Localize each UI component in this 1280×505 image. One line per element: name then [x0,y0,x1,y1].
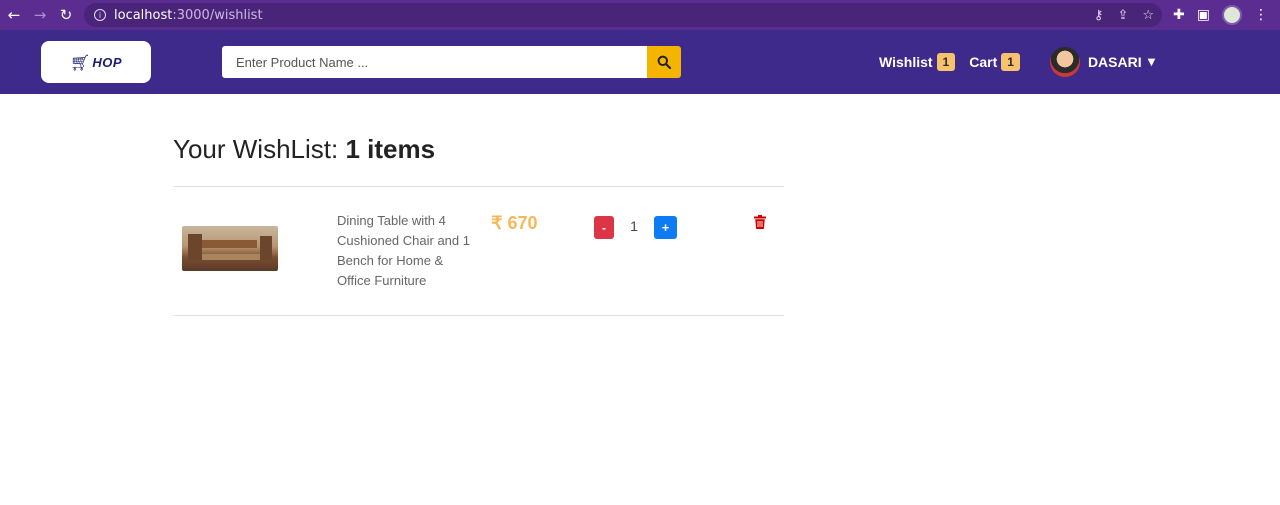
quantity-value: 1 [630,218,638,234]
trash-icon[interactable] [754,215,766,229]
product-image[interactable] [182,226,278,271]
search-icon [657,55,671,69]
cart-link[interactable]: Cart 1 [969,53,1020,71]
url-text: localhost:3000/wishlist [114,7,263,23]
user-name: DASARI [1087,54,1142,70]
share-icon[interactable]: ⇪ [1117,8,1128,23]
reload-icon[interactable]: ↻ [53,0,79,30]
wishlist-link[interactable]: Wishlist 1 [879,53,956,71]
title-count: 1 items [345,134,436,164]
forward-icon[interactable]: → [27,0,53,30]
wishlist-item-row: Dining Table with 4 Cushioned Chair and … [173,187,784,315]
logo-text: HOP [92,54,122,70]
site-info-icon[interactable]: i [94,9,106,21]
increase-quantity-button[interactable]: + [654,216,677,239]
product-price: ₹ 670 [491,213,538,233]
decrease-quantity-button[interactable]: - [594,216,614,239]
wishlist-label: Wishlist [879,54,933,70]
title-prefix: Your WishList: [173,134,346,164]
cart-count-badge: 1 [1001,53,1020,71]
browser-toolbar: ← → ↻ i localhost:3000/wishlist ⚷ ⇪ ☆ ✚ … [0,0,1280,30]
caret-down-icon: ▼ [1147,56,1156,68]
sidepanel-icon[interactable]: ▣ [1197,7,1210,23]
wishlist-count-badge: 1 [936,53,956,71]
star-icon[interactable]: ☆ [1142,8,1154,23]
shop-logo[interactable]: 🛒︎ HOP [41,41,151,83]
key-icon[interactable]: ⚷ [1094,8,1104,23]
product-name[interactable]: Dining Table with 4 Cushioned Chair and … [337,211,472,291]
extensions-icon[interactable]: ✚ [1173,7,1185,23]
back-icon[interactable]: ← [1,0,27,30]
cart-logo-icon: 🛒︎ [70,52,91,72]
profile-avatar-icon[interactable] [1222,5,1242,25]
search-bar [222,46,681,78]
menu-icon[interactable]: ⋮ [1254,7,1268,23]
search-input[interactable] [222,46,647,78]
avatar [1049,47,1080,77]
page-title: Your WishList: 1 items [173,134,435,165]
divider-bottom [173,315,784,316]
address-bar[interactable]: i localhost:3000/wishlist ⚷ ⇪ ☆ [84,3,1162,27]
search-button[interactable] [647,46,681,78]
app-header: 🛒︎ HOP Wishlist 1 Cart 1 DASARI ▼ [0,30,1280,94]
user-menu[interactable]: DASARI ▼ [1049,47,1156,77]
cart-label: Cart [969,54,998,70]
